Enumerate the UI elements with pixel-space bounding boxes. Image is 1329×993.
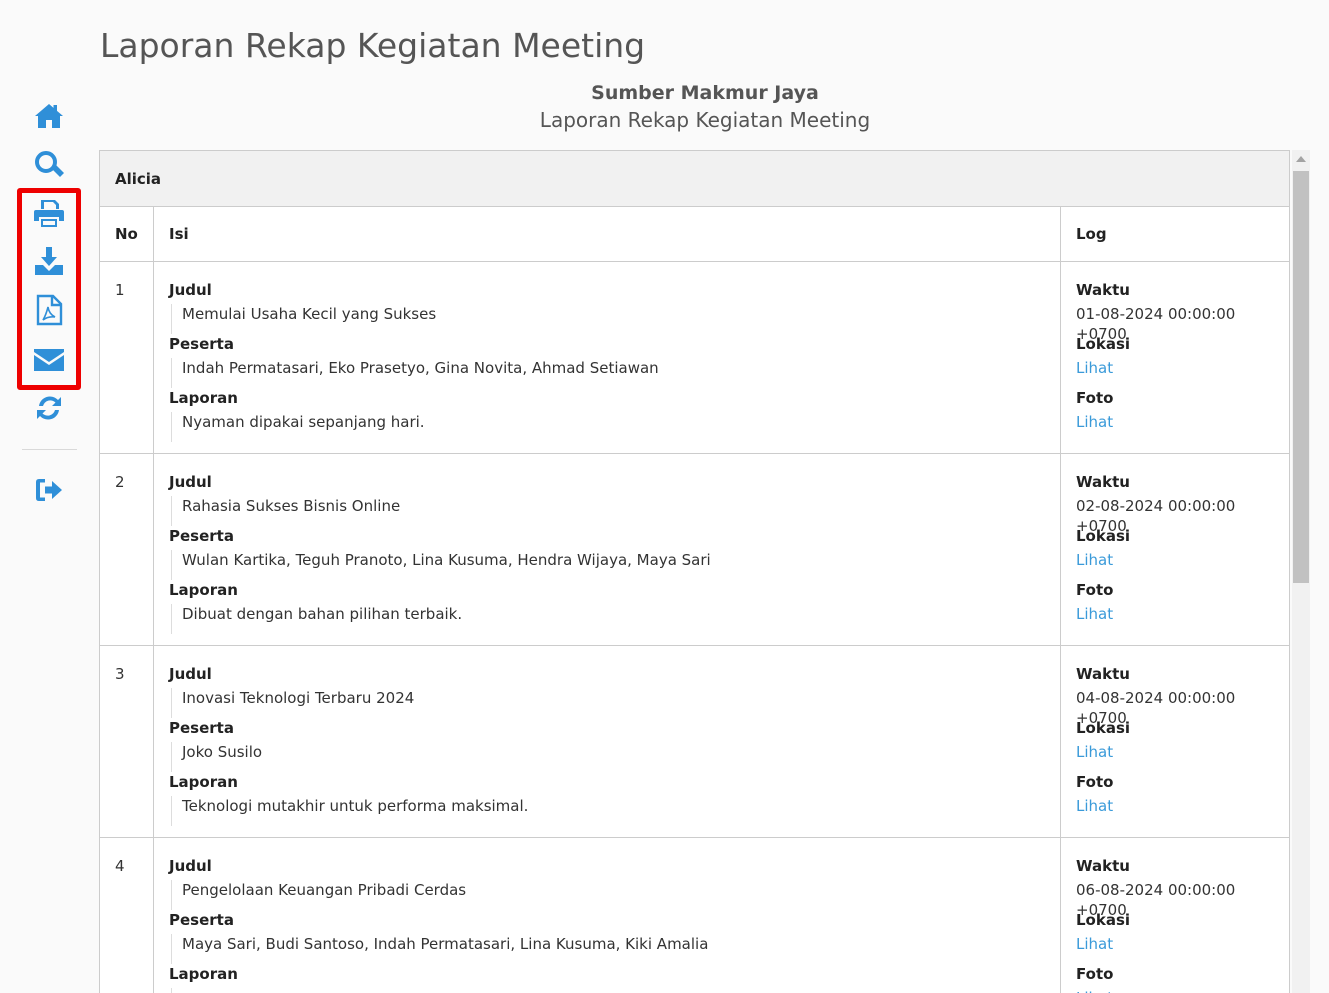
waktu-label: Waktu (1076, 281, 1130, 299)
waktu-label: Waktu (1076, 665, 1130, 683)
row-number-cell: 2 (100, 454, 154, 645)
judul-value: Inovasi Teknologi Terbaru 2024 (171, 688, 1060, 718)
sidebar (0, 0, 98, 993)
laporan-label: Laporan (169, 389, 238, 407)
refresh-button[interactable] (28, 388, 70, 428)
laporan-label: Laporan (169, 965, 238, 983)
home-icon (35, 104, 63, 128)
table-row: 4 Judul Pengelolaan Keuangan Pribadi Cerda… (100, 838, 1289, 993)
laporan-value: Teknologi mutakhir untuk performa maksim… (171, 796, 1060, 826)
waktu-value: 02-08-2024 00:00:00 +0700 (1076, 497, 1236, 535)
isi-cell: Judul Rahasia Sukses Bisnis Online Peserta… (154, 454, 1061, 645)
waktu-value: 01-08-2024 00:00:00 +0700 (1076, 305, 1236, 343)
lokasi-label: Lokasi (1076, 911, 1131, 929)
row-number: 1 (115, 281, 125, 299)
lokasi-label: Lokasi (1076, 335, 1131, 353)
row-number: 2 (115, 473, 125, 491)
judul-label: Judul (169, 281, 212, 299)
logout-icon (36, 479, 62, 501)
lokasi-link[interactable]: Lihat (1076, 358, 1289, 388)
foto-link[interactable]: Lihat (1076, 988, 1289, 993)
lokasi-link[interactable]: Lihat (1076, 742, 1289, 772)
isi-cell: Judul Pengelolaan Keuangan Pribadi Cerdas… (154, 838, 1061, 993)
home-button[interactable] (28, 96, 70, 136)
peserta-label: Peserta (169, 527, 234, 545)
waktu-label: Waktu (1076, 857, 1130, 875)
judul-value: Rahasia Sukses Bisnis Online (171, 496, 1060, 526)
report-subtitle: Laporan Rekap Kegiatan Meeting (539, 108, 871, 132)
foto-label: Foto (1076, 581, 1114, 599)
foto-label: Foto (1076, 389, 1114, 407)
header-log: Log (1076, 225, 1107, 243)
judul-label: Judul (169, 473, 212, 491)
waktu-value: 06-08-2024 00:00:00 +0700 (1076, 881, 1236, 919)
refresh-icon (37, 396, 61, 420)
row-number: 4 (115, 857, 125, 875)
logout-button[interactable] (28, 470, 70, 510)
judul-value: Memulai Usaha Kecil yang Sukses (171, 304, 1060, 334)
sidebar-divider (22, 449, 77, 450)
table-row: 3 Judul Inovasi Teknologi Terbaru 2024 Pese… (100, 646, 1289, 838)
table-row: 1 Judul Memulai Usaha Kecil yang Sukses Pes… (100, 262, 1289, 454)
row-number-cell: 4 (100, 838, 154, 993)
peserta-value: Maya Sari, Budi Santoso, Indah Permatasa… (171, 934, 1060, 964)
group-header: Alicia (100, 151, 1289, 207)
foto-link[interactable]: Lihat (1076, 412, 1289, 442)
foto-link[interactable]: Lihat (1076, 796, 1289, 826)
isi-cell: Judul Memulai Usaha Kecil yang Sukses Pese… (154, 262, 1061, 453)
peserta-value: Joko Susilo (171, 742, 1060, 772)
judul-label: Judul (169, 665, 212, 683)
header-no: No (100, 207, 154, 261)
lokasi-label: Lokasi (1076, 527, 1131, 545)
foto-link[interactable]: Lihat (1076, 604, 1289, 634)
log-cell: Waktu 06-08-2024 00:00:00 +0700 Lokasi Liha… (1061, 838, 1289, 993)
laporan-value (171, 988, 1060, 993)
lokasi-link[interactable]: Lihat (1076, 934, 1289, 964)
laporan-label: Laporan (169, 581, 238, 599)
row-number-cell: 1 (100, 262, 154, 453)
peserta-label: Peserta (169, 719, 234, 737)
log-cell: Waktu 01-08-2024 00:00:00 +0700 Lokasi Liha… (1061, 262, 1289, 453)
company-name: Sumber Makmur Jaya (591, 82, 819, 104)
search-button[interactable] (28, 145, 70, 185)
peserta-label: Peserta (169, 335, 234, 353)
laporan-value: Nyaman dipakai sepanjang hari. (171, 412, 1060, 442)
log-cell: Waktu 02-08-2024 00:00:00 +0700 Lokasi Liha… (1061, 454, 1289, 645)
judul-label: Judul (169, 857, 212, 875)
lokasi-label: Lokasi (1076, 719, 1131, 737)
lokasi-link[interactable]: Lihat (1076, 550, 1289, 580)
scroll-up-arrow[interactable] (1296, 156, 1306, 162)
isi-cell: Judul Inovasi Teknologi Terbaru 2024 Peser… (154, 646, 1061, 837)
foto-label: Foto (1076, 773, 1114, 791)
row-number: 3 (115, 665, 125, 683)
table-header-row: No Isi Log (100, 207, 1289, 262)
scrollbar[interactable] (1292, 150, 1310, 993)
waktu-label: Waktu (1076, 473, 1130, 491)
report-table: Alicia No Isi Log 1 Judul Memulai Usaha Ke… (99, 150, 1290, 993)
peserta-value: Indah Permatasari, Eko Prasetyo, Gina No… (171, 358, 1060, 388)
table-row: 2 Judul Rahasia Sukses Bisnis Online Pesert… (100, 454, 1289, 646)
log-cell: Waktu 04-08-2024 00:00:00 +0700 Lokasi Liha… (1061, 646, 1289, 837)
laporan-label: Laporan (169, 773, 238, 791)
waktu-value: 04-08-2024 00:00:00 +0700 (1076, 689, 1236, 727)
row-number-cell: 3 (100, 646, 154, 837)
header-isi: Isi (154, 207, 1061, 261)
peserta-value: Wulan Kartika, Teguh Pranoto, Lina Kusum… (171, 550, 1060, 580)
highlight-box (17, 188, 81, 390)
laporan-value: Dibuat dengan bahan pilihan terbaik. (171, 604, 1060, 634)
search-icon (35, 151, 64, 177)
judul-value: Pengelolaan Keuangan Pribadi Cerdas (171, 880, 1060, 910)
foto-label: Foto (1076, 965, 1114, 983)
page-title: Laporan Rekap Kegiatan Meeting (100, 26, 646, 65)
scrollbar-thumb[interactable] (1293, 171, 1309, 583)
peserta-label: Peserta (169, 911, 234, 929)
